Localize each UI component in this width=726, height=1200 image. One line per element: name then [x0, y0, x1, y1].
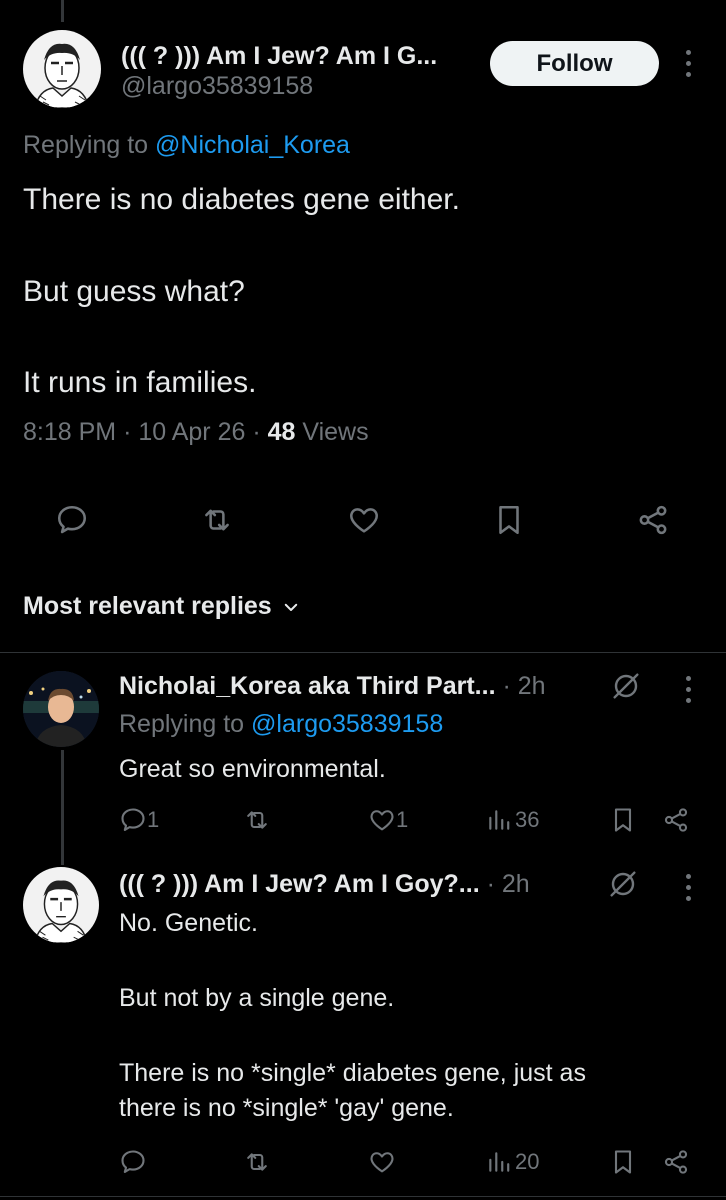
reply-icon[interactable] [117, 804, 149, 836]
reply1-time[interactable]: 2h [518, 672, 546, 700]
replies-sort-dropdown[interactable]: Most relevant replies [23, 592, 300, 621]
like-icon[interactable] [366, 1146, 398, 1178]
more-icon[interactable] [678, 46, 698, 80]
reply1-avatar[interactable] [23, 671, 99, 747]
tweet-text-line-1: There is no diabetes gene either. [23, 183, 460, 216]
retweet-icon[interactable] [240, 1146, 274, 1178]
replying-prefix: Replying to [23, 131, 149, 159]
reply-icon[interactable] [117, 1146, 149, 1178]
replies-sort-label: Most relevant replies [23, 592, 272, 620]
views-icon[interactable] [484, 806, 514, 834]
share-icon[interactable] [633, 500, 673, 540]
section-divider [0, 652, 726, 653]
reply2-time[interactable]: 2h [502, 870, 530, 898]
reply1-text: Great so environmental. [119, 755, 386, 783]
chevron-down-icon [284, 603, 297, 611]
bookmark-icon[interactable] [608, 804, 638, 836]
reply1-view-count: 36 [515, 807, 540, 832]
author-handle[interactable]: @largo35839158 [121, 72, 313, 101]
tweet-time[interactable]: 8:18 PM [23, 418, 116, 446]
author-name[interactable]: ((( ? ))) Am I Jew? Am I G... [121, 42, 437, 71]
grok-icon[interactable] [608, 668, 644, 704]
thread-line-reply [61, 750, 64, 865]
reply2-separator: · [486, 870, 495, 898]
views-count: 48 [267, 418, 296, 446]
bookmark-icon[interactable] [608, 1146, 638, 1178]
bookmark-icon[interactable] [490, 500, 528, 540]
meta-separator: · [252, 418, 261, 446]
reply2-text-line-1: No. Genetic. [119, 909, 258, 937]
more-icon[interactable] [678, 672, 698, 706]
retweet-icon[interactable] [240, 804, 274, 836]
reply-icon[interactable] [52, 500, 92, 540]
replying-handle-link[interactable]: @Nicholai_Korea [155, 131, 350, 159]
like-icon[interactable] [343, 500, 385, 540]
share-icon[interactable] [660, 1146, 692, 1178]
meta-separator: · [123, 418, 132, 446]
thread-line-top [61, 0, 64, 22]
reply2-text-line-3: There is no *single* diabetes gene, just… [119, 1059, 586, 1087]
reply1-separator: · [502, 672, 511, 700]
reply2-text-line-2: But not by a single gene. [119, 984, 395, 1012]
reply1-header: Nicholai_Korea aka Third Part... · 2h [119, 672, 546, 701]
views-label: Views [302, 418, 369, 446]
author-avatar[interactable] [23, 30, 101, 108]
tweet-text-line-3: It runs in families. [23, 366, 257, 399]
tweet-meta: 8:18 PM · 10 Apr 26 · 48 Views [23, 418, 369, 447]
replying-prefix: Replying to [119, 710, 245, 738]
reply1-reply-count: 1 [147, 807, 160, 832]
bottom-divider [0, 1196, 726, 1197]
reply2-author-name[interactable]: ((( ? ))) Am I Jew? Am I Goy?... [119, 870, 480, 898]
reply2-text-line-4: there is no *single* 'gay' gene. [119, 1094, 454, 1122]
follow-button[interactable]: Follow [490, 41, 659, 86]
tweet-date[interactable]: 10 Apr 26 [138, 418, 245, 446]
more-icon[interactable] [678, 870, 698, 904]
like-icon[interactable] [366, 804, 398, 836]
replying-to-line: Replying to @Nicholai_Korea [23, 131, 350, 160]
reply2-view-count: 20 [515, 1149, 540, 1174]
reply1-author-name[interactable]: Nicholai_Korea aka Third Part... [119, 672, 496, 700]
reply1-replying-to: Replying to @largo35839158 [119, 710, 443, 739]
replying-handle-link[interactable]: @largo35839158 [251, 710, 443, 738]
views-icon[interactable] [484, 1148, 514, 1176]
reply1-like-count: 1 [396, 807, 409, 832]
retweet-icon[interactable] [195, 500, 239, 540]
tweet-text-line-2: But guess what? [23, 275, 245, 308]
reply2-header: ((( ? ))) Am I Jew? Am I Goy?... · 2h [119, 870, 530, 899]
grok-icon[interactable] [605, 866, 641, 902]
reply2-avatar[interactable] [23, 867, 99, 943]
share-icon[interactable] [660, 804, 692, 836]
